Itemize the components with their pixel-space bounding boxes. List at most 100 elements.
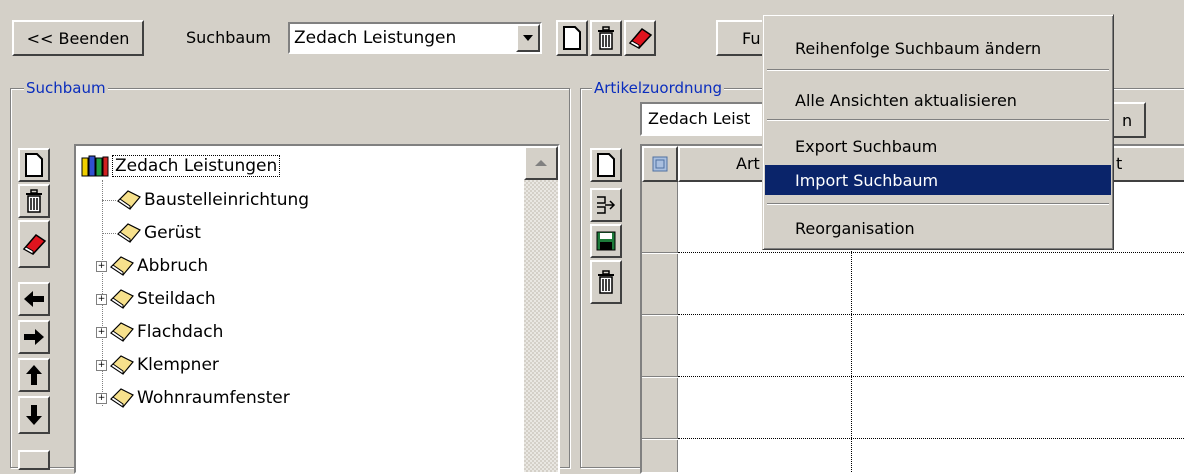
grid-row-divider <box>678 376 1184 377</box>
new-document-icon <box>25 153 43 177</box>
grid-row-divider <box>678 252 1184 253</box>
grid-corner-cell[interactable] <box>642 146 678 182</box>
scroll-up-arrow-icon <box>535 160 547 166</box>
search-tree-legend: Suchbaum <box>24 79 108 97</box>
tree-node-label: Abbruch <box>137 256 209 276</box>
expand-icon[interactable]: + <box>96 293 107 305</box>
exit-button-label: << Beenden <box>26 28 130 48</box>
book-icon <box>110 289 134 309</box>
new-search-tree-button[interactable] <box>556 20 588 56</box>
book-icon <box>110 322 134 342</box>
grid-row-divider <box>678 438 1184 439</box>
exit-button[interactable]: << Beenden <box>12 20 144 56</box>
book-icon <box>110 256 134 276</box>
article-action-button-label: n <box>1122 111 1133 130</box>
tree-node-label: Wohnraumfenster <box>137 388 290 408</box>
grid-row-header-separator <box>642 438 678 440</box>
trash-icon <box>598 26 614 50</box>
eraser-icon <box>22 234 47 255</box>
article-new-button[interactable] <box>590 148 622 182</box>
tree-node[interactable]: + Flachdach <box>96 318 223 346</box>
tree-node[interactable]: + Klempner <box>96 351 219 379</box>
menu-item-label: Alle Ansichten aktualisieren <box>795 90 1017 110</box>
chevron-down-icon[interactable] <box>516 24 540 52</box>
delete-search-tree-button[interactable] <box>590 20 622 56</box>
scroll-up-button[interactable] <box>524 146 558 180</box>
menu-item[interactable]: Reihenfolge Suchbaum ändern <box>765 33 1111 63</box>
search-tree-select[interactable]: Zedach Leistungen <box>288 22 542 54</box>
book-icon <box>110 355 134 375</box>
menu-separator <box>767 203 1109 205</box>
books-icon <box>81 155 109 177</box>
search-tree-select-value: Zedach Leistungen <box>294 28 457 48</box>
tree-node-label: Klempner <box>137 355 219 375</box>
article-insert-button[interactable] <box>590 188 622 222</box>
grid-row-divider <box>678 314 1184 315</box>
tree-node[interactable]: + Wohnraumfenster <box>96 384 290 412</box>
trash-icon <box>598 270 614 294</box>
grid-row-header-separator <box>642 314 678 316</box>
book-icon <box>117 223 141 243</box>
expand-icon[interactable]: + <box>96 326 107 338</box>
tree-node-label: Gerüst <box>144 223 201 243</box>
menu-separator <box>767 119 1109 121</box>
menu-item[interactable]: Alle Ansichten aktualisieren <box>765 85 1111 115</box>
menu-item[interactable]: Reorganisation <box>765 213 1111 243</box>
arrow-right-icon <box>24 329 44 345</box>
tree-node[interactable]: + Abbruch <box>96 252 208 280</box>
article-tree-selector[interactable]: Zedach Leist <box>640 102 780 136</box>
menu-item-label: Reihenfolge Suchbaum ändern <box>795 38 1042 58</box>
menu-item[interactable]: Import Suchbaum <box>765 165 1111 195</box>
expand-icon[interactable]: + <box>96 392 107 404</box>
tree-move-up-button[interactable] <box>18 358 50 392</box>
grid-row-header-separator <box>642 252 678 254</box>
tree-move-left-button[interactable] <box>18 282 50 316</box>
grid-header-description-label: t <box>1116 154 1123 173</box>
tree-move-down-button[interactable] <box>18 396 50 434</box>
arrow-up-icon <box>26 365 42 385</box>
functions-button-label: Fu <box>742 29 761 48</box>
grid-header-art-label: Art <box>736 154 760 173</box>
tree-clear-button[interactable] <box>18 220 50 268</box>
trash-icon <box>26 189 42 213</box>
new-document-icon <box>563 26 581 50</box>
tree-scrollbar[interactable] <box>524 146 558 472</box>
search-tree-label: Suchbaum <box>186 28 271 47</box>
floppy-disk-icon <box>596 231 616 251</box>
clear-search-tree-button[interactable] <box>624 20 656 56</box>
tree-connector-horizontal <box>102 232 116 234</box>
tree-extra-button[interactable] <box>18 450 50 470</box>
arrow-left-icon <box>24 291 44 307</box>
tree-root-node[interactable]: Zedach Leistungen <box>80 152 281 180</box>
article-tree-selector-value: Zedach Leist <box>648 109 751 128</box>
tree-node[interactable]: Baustelleinrichtung <box>96 186 309 214</box>
menu-separator <box>767 69 1109 71</box>
tree-node-label: Flachdach <box>137 322 224 342</box>
tree-node[interactable]: + Steildach <box>96 285 216 313</box>
tree-node-label: Baustelleinrichtung <box>144 190 310 210</box>
article-delete-button[interactable] <box>590 260 622 304</box>
grid-select-icon <box>652 156 668 172</box>
tree-move-right-button[interactable] <box>18 320 50 354</box>
menu-item-label: Import Suchbaum <box>795 170 939 190</box>
arrow-down-icon <box>26 405 42 425</box>
expand-icon[interactable]: + <box>96 260 107 272</box>
book-icon <box>110 388 134 408</box>
tree-node[interactable]: Gerüst <box>96 219 201 247</box>
menu-item-label: Export Suchbaum <box>795 136 938 156</box>
grid-row-header-separator <box>642 376 678 378</box>
tree-connector-horizontal <box>102 199 116 201</box>
tree-root-label: Zedach Leistungen <box>112 155 281 177</box>
tree-node-label: Steildach <box>137 289 216 309</box>
tree-delete-node-button[interactable] <box>18 184 50 218</box>
functions-context-menu: Reihenfolge Suchbaum ändern Alle Ansichte… <box>762 14 1114 250</box>
search-tree-view[interactable]: Zedach Leistungen Baustelleinrichtung Ger… <box>74 144 560 474</box>
book-icon <box>117 190 141 210</box>
tree-new-node-button[interactable] <box>18 148 50 182</box>
new-document-icon <box>597 153 615 177</box>
menu-item[interactable]: Export Suchbaum <box>765 131 1111 161</box>
article-assignment-legend: Artikelzuordnung <box>592 79 725 97</box>
article-save-button[interactable] <box>590 224 622 258</box>
expand-icon[interactable]: + <box>96 359 107 371</box>
insert-row-icon <box>597 196 616 214</box>
